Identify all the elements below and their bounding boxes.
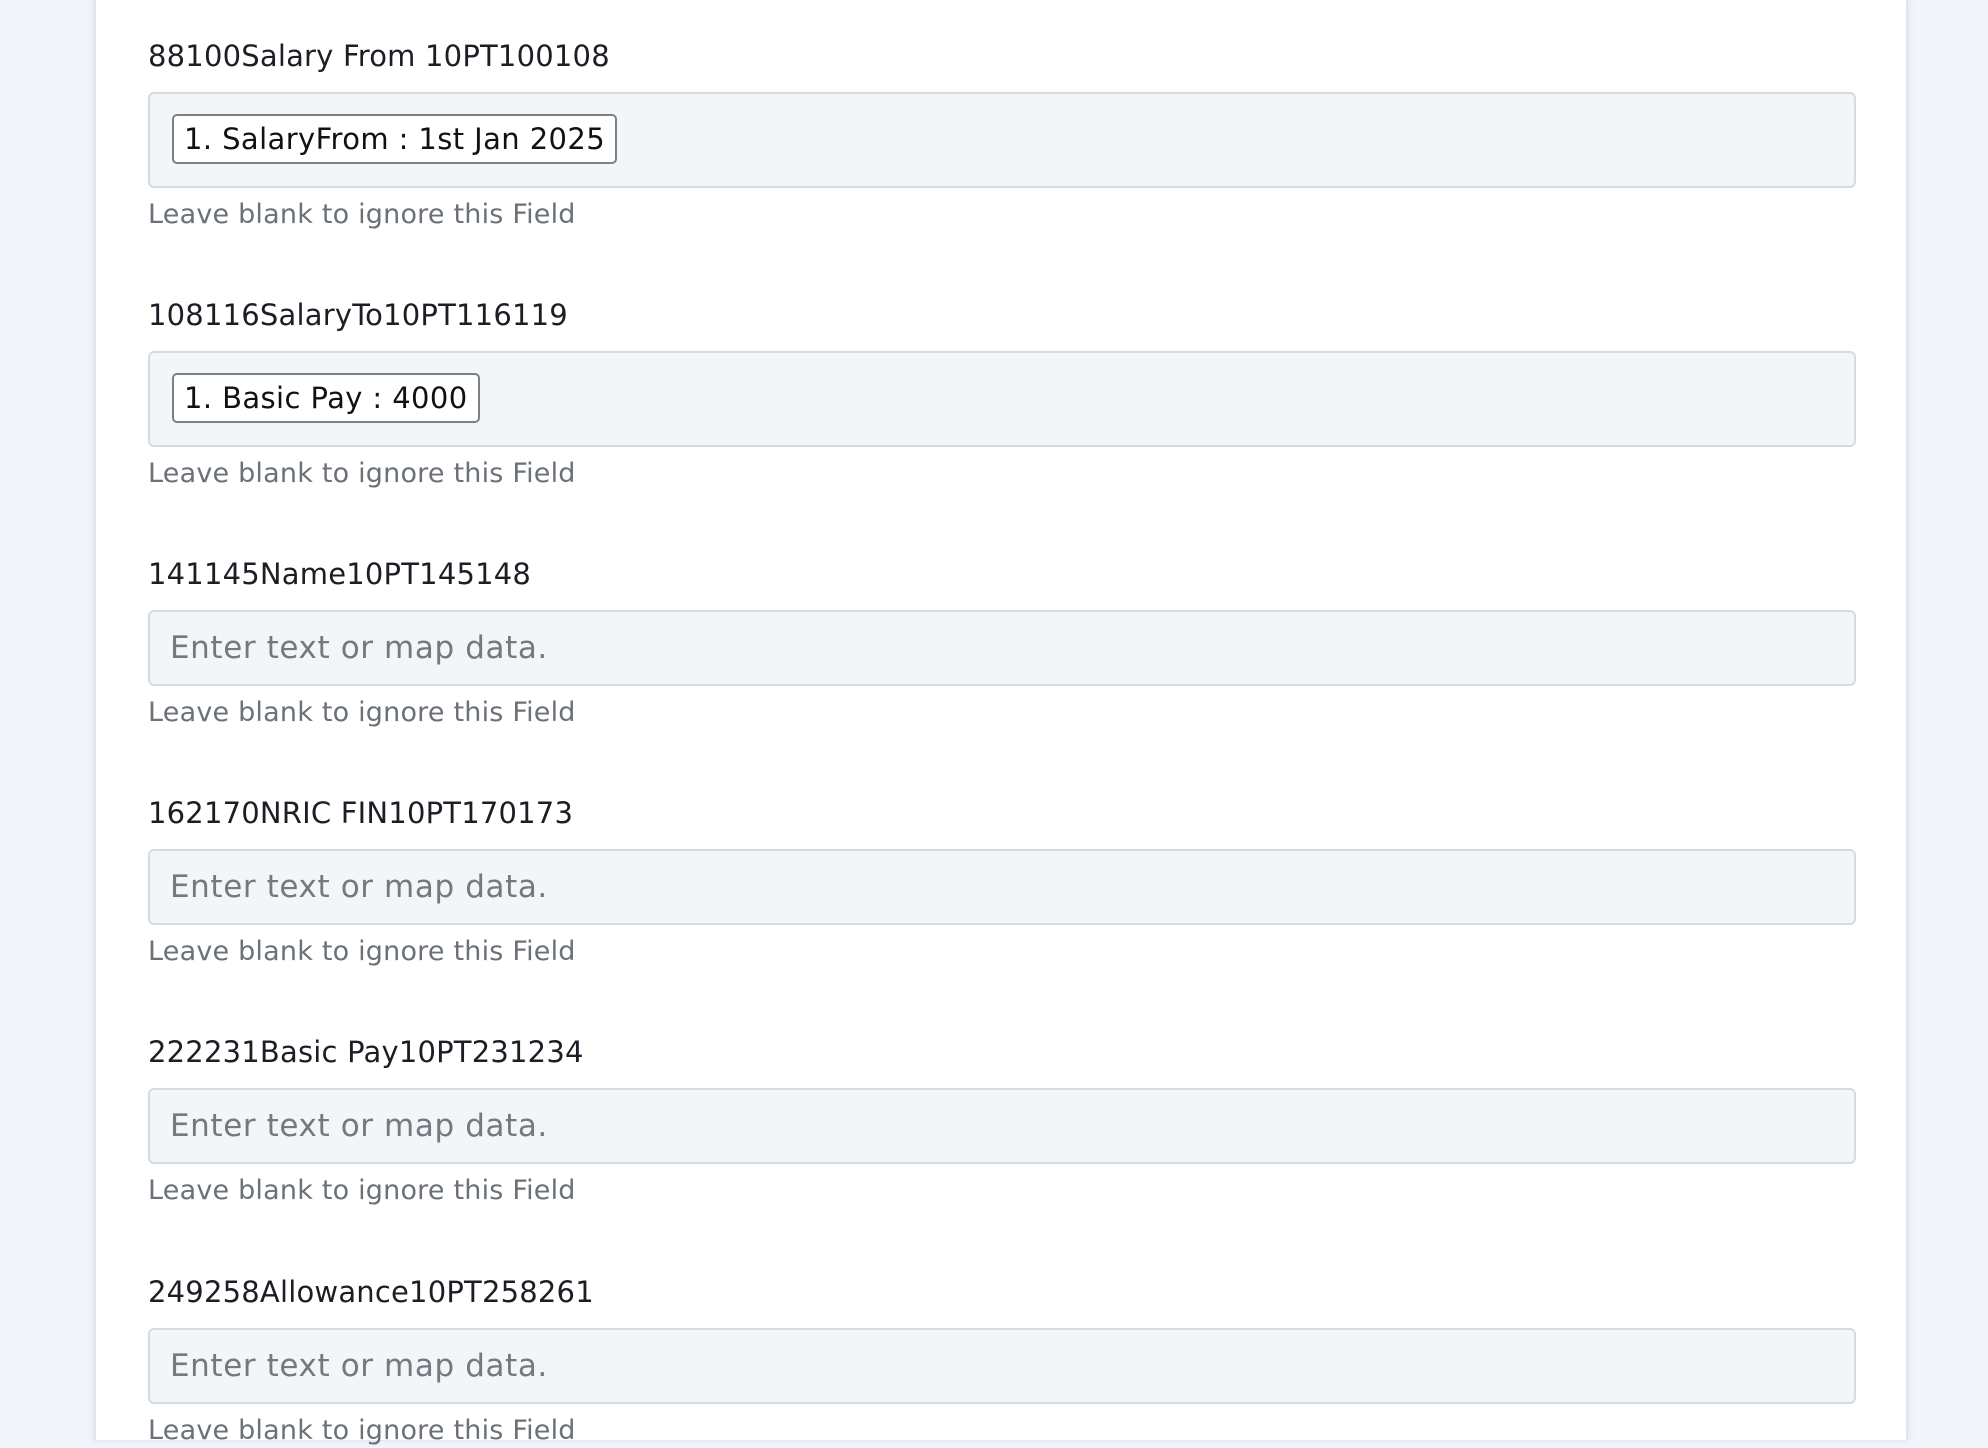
field-label: 88100Salary From 10PT100108 [148,39,610,73]
text-map-input[interactable]: Enter text or map data. [148,1088,1856,1164]
field-label: 249258Allowance10PT258261 [148,1275,594,1309]
mapped-data-chip[interactable]: 1. Basic Pay : 4000 [172,373,480,423]
field-help-text: Leave blank to ignore this Field [148,1415,576,1446]
mapped-value-input[interactable]: 1. Basic Pay : 4000 [148,351,1856,447]
field-label: 222231Basic Pay10PT231234 [148,1035,584,1069]
field-help-text: Leave blank to ignore this Field [148,1175,576,1206]
form-panel: 88100Salary From 10PT100108 1. SalaryFro… [94,0,1908,1446]
text-map-input[interactable]: Enter text or map data. [148,1328,1856,1404]
text-map-input[interactable]: Enter text or map data. [148,610,1856,686]
field-label: 108116SalaryTo10PT116119 [148,298,568,332]
field-label: 141145Name10PT145148 [148,557,532,591]
mapped-value-input[interactable]: 1. SalaryFrom : 1st Jan 2025 [148,92,1856,188]
field-help-text: Leave blank to ignore this Field [148,936,576,967]
mapped-data-chip[interactable]: 1. SalaryFrom : 1st Jan 2025 [172,114,618,164]
field-help-text: Leave blank to ignore this Field [148,458,576,489]
field-label: 162170NRIC FIN10PT170173 [148,796,574,830]
text-map-input[interactable]: Enter text or map data. [148,849,1856,925]
field-help-text: Leave blank to ignore this Field [148,199,576,230]
field-help-text: Leave blank to ignore this Field [148,697,576,728]
